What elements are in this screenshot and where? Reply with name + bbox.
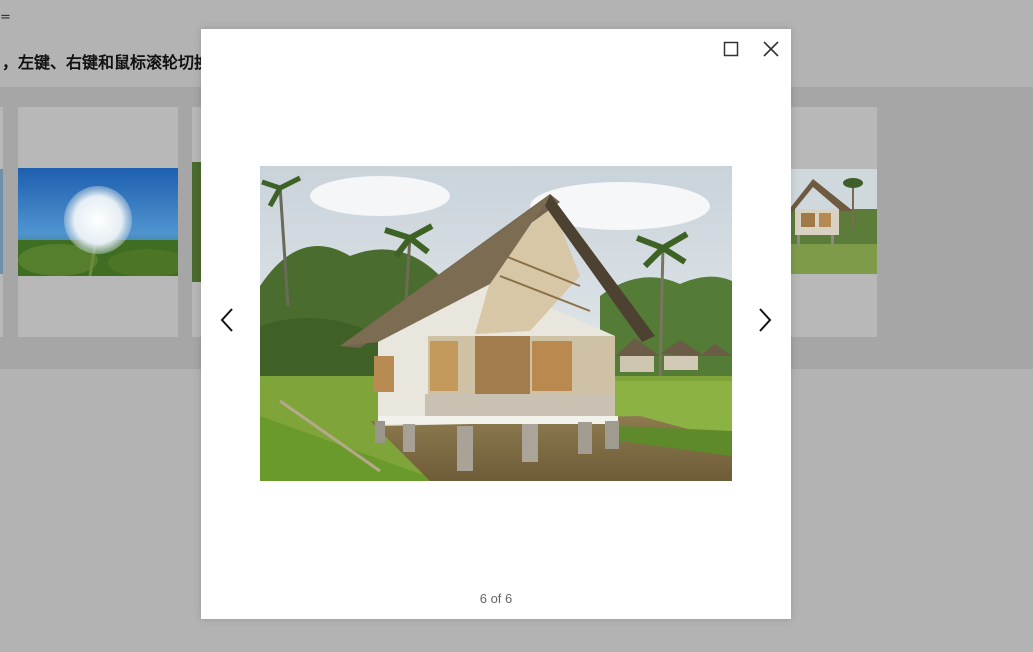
gallery-thumbnail-hut: [791, 169, 877, 274]
chevron-left-icon[interactable]: [215, 305, 239, 335]
lightbox-modal: 6 of 6: [201, 29, 791, 619]
gallery-thumbnail-dandelion: [18, 168, 178, 276]
lightbox-image: [260, 166, 732, 481]
gallery-card[interactable]: [192, 107, 201, 337]
close-icon[interactable]: [759, 37, 783, 61]
top-text-fragment: =: [0, 10, 11, 25]
chevron-right-icon[interactable]: [753, 305, 777, 335]
gallery-card[interactable]: [0, 107, 3, 337]
gallery-card[interactable]: [18, 107, 178, 337]
image-counter: 6 of 6: [479, 591, 513, 606]
instruction-text: ，左键、右键和鼠标滚轮切换: [2, 53, 211, 72]
gallery-card[interactable]: [791, 107, 877, 337]
gallery-thumbnail-green: [192, 162, 201, 282]
maximize-icon[interactable]: [719, 37, 743, 61]
gallery-thumbnail: [0, 169, 3, 274]
